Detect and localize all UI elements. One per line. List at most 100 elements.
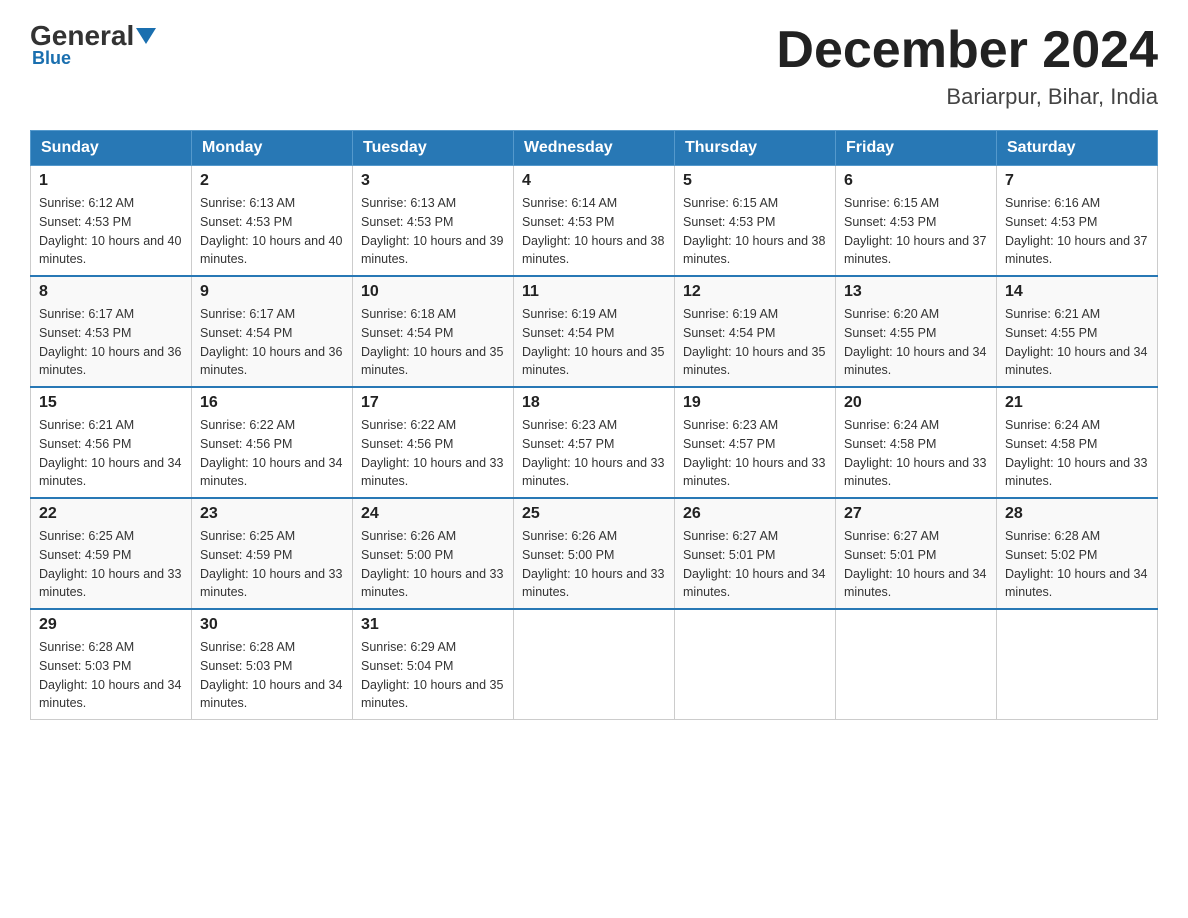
day-info: Sunrise: 6:22 AM Sunset: 4:56 PM Dayligh… — [361, 416, 505, 491]
day-info: Sunrise: 6:17 AM Sunset: 4:53 PM Dayligh… — [39, 305, 183, 380]
day-info: Sunrise: 6:22 AM Sunset: 4:56 PM Dayligh… — [200, 416, 344, 491]
day-number: 10 — [361, 283, 505, 301]
day-number: 26 — [683, 505, 827, 523]
calendar-cell: 2 Sunrise: 6:13 AM Sunset: 4:53 PM Dayli… — [192, 166, 353, 277]
day-number: 16 — [200, 394, 344, 412]
day-info: Sunrise: 6:21 AM Sunset: 4:55 PM Dayligh… — [1005, 305, 1149, 380]
calendar-cell: 13 Sunrise: 6:20 AM Sunset: 4:55 PM Dayl… — [836, 276, 997, 387]
day-number: 23 — [200, 505, 344, 523]
calendar-header-row: SundayMondayTuesdayWednesdayThursdayFrid… — [31, 131, 1158, 166]
calendar-cell: 31 Sunrise: 6:29 AM Sunset: 5:04 PM Dayl… — [353, 609, 514, 720]
day-number: 3 — [361, 172, 505, 190]
calendar-cell: 21 Sunrise: 6:24 AM Sunset: 4:58 PM Dayl… — [997, 387, 1158, 498]
logo-triangle-icon — [136, 28, 156, 44]
day-number: 8 — [39, 283, 183, 301]
logo: General Blue — [30, 20, 158, 69]
calendar-cell: 10 Sunrise: 6:18 AM Sunset: 4:54 PM Dayl… — [353, 276, 514, 387]
calendar-header-tuesday: Tuesday — [353, 131, 514, 166]
day-number: 25 — [522, 505, 666, 523]
calendar-cell: 14 Sunrise: 6:21 AM Sunset: 4:55 PM Dayl… — [997, 276, 1158, 387]
calendar-cell: 7 Sunrise: 6:16 AM Sunset: 4:53 PM Dayli… — [997, 166, 1158, 277]
day-info: Sunrise: 6:27 AM Sunset: 5:01 PM Dayligh… — [683, 527, 827, 602]
calendar-cell: 6 Sunrise: 6:15 AM Sunset: 4:53 PM Dayli… — [836, 166, 997, 277]
day-info: Sunrise: 6:12 AM Sunset: 4:53 PM Dayligh… — [39, 194, 183, 269]
calendar-cell: 12 Sunrise: 6:19 AM Sunset: 4:54 PM Dayl… — [675, 276, 836, 387]
day-number: 9 — [200, 283, 344, 301]
day-info: Sunrise: 6:15 AM Sunset: 4:53 PM Dayligh… — [683, 194, 827, 269]
calendar-cell: 17 Sunrise: 6:22 AM Sunset: 4:56 PM Dayl… — [353, 387, 514, 498]
month-title: December 2024 — [776, 20, 1158, 80]
day-number: 5 — [683, 172, 827, 190]
location-text: Bariarpur, Bihar, India — [776, 84, 1158, 110]
day-number: 2 — [200, 172, 344, 190]
day-info: Sunrise: 6:13 AM Sunset: 4:53 PM Dayligh… — [361, 194, 505, 269]
day-number: 6 — [844, 172, 988, 190]
day-info: Sunrise: 6:24 AM Sunset: 4:58 PM Dayligh… — [844, 416, 988, 491]
day-info: Sunrise: 6:25 AM Sunset: 4:59 PM Dayligh… — [39, 527, 183, 602]
day-number: 7 — [1005, 172, 1149, 190]
calendar-cell: 15 Sunrise: 6:21 AM Sunset: 4:56 PM Dayl… — [31, 387, 192, 498]
calendar-cell: 30 Sunrise: 6:28 AM Sunset: 5:03 PM Dayl… — [192, 609, 353, 720]
day-number: 11 — [522, 283, 666, 301]
day-number: 20 — [844, 394, 988, 412]
calendar-cell: 18 Sunrise: 6:23 AM Sunset: 4:57 PM Dayl… — [514, 387, 675, 498]
calendar-week-row-4: 22 Sunrise: 6:25 AM Sunset: 4:59 PM Dayl… — [31, 498, 1158, 609]
calendar-cell: 9 Sunrise: 6:17 AM Sunset: 4:54 PM Dayli… — [192, 276, 353, 387]
day-info: Sunrise: 6:26 AM Sunset: 5:00 PM Dayligh… — [361, 527, 505, 602]
calendar-cell: 26 Sunrise: 6:27 AM Sunset: 5:01 PM Dayl… — [675, 498, 836, 609]
day-info: Sunrise: 6:25 AM Sunset: 4:59 PM Dayligh… — [200, 527, 344, 602]
calendar-week-row-2: 8 Sunrise: 6:17 AM Sunset: 4:53 PM Dayli… — [31, 276, 1158, 387]
calendar-cell: 25 Sunrise: 6:26 AM Sunset: 5:00 PM Dayl… — [514, 498, 675, 609]
calendar-cell: 29 Sunrise: 6:28 AM Sunset: 5:03 PM Dayl… — [31, 609, 192, 720]
day-info: Sunrise: 6:28 AM Sunset: 5:02 PM Dayligh… — [1005, 527, 1149, 602]
day-number: 22 — [39, 505, 183, 523]
day-info: Sunrise: 6:23 AM Sunset: 4:57 PM Dayligh… — [683, 416, 827, 491]
day-info: Sunrise: 6:13 AM Sunset: 4:53 PM Dayligh… — [200, 194, 344, 269]
calendar-cell — [836, 609, 997, 720]
day-info: Sunrise: 6:24 AM Sunset: 4:58 PM Dayligh… — [1005, 416, 1149, 491]
day-number: 18 — [522, 394, 666, 412]
day-number: 28 — [1005, 505, 1149, 523]
day-number: 31 — [361, 616, 505, 634]
day-number: 17 — [361, 394, 505, 412]
day-info: Sunrise: 6:16 AM Sunset: 4:53 PM Dayligh… — [1005, 194, 1149, 269]
calendar-header-wednesday: Wednesday — [514, 131, 675, 166]
calendar-cell: 5 Sunrise: 6:15 AM Sunset: 4:53 PM Dayli… — [675, 166, 836, 277]
day-number: 27 — [844, 505, 988, 523]
calendar-header-sunday: Sunday — [31, 131, 192, 166]
day-info: Sunrise: 6:17 AM Sunset: 4:54 PM Dayligh… — [200, 305, 344, 380]
day-info: Sunrise: 6:28 AM Sunset: 5:03 PM Dayligh… — [39, 638, 183, 713]
day-info: Sunrise: 6:21 AM Sunset: 4:56 PM Dayligh… — [39, 416, 183, 491]
day-info: Sunrise: 6:19 AM Sunset: 4:54 PM Dayligh… — [683, 305, 827, 380]
calendar-cell: 11 Sunrise: 6:19 AM Sunset: 4:54 PM Dayl… — [514, 276, 675, 387]
day-number: 24 — [361, 505, 505, 523]
calendar-cell: 20 Sunrise: 6:24 AM Sunset: 4:58 PM Dayl… — [836, 387, 997, 498]
page-header: General Blue December 2024 Bariarpur, Bi… — [30, 20, 1158, 110]
calendar-week-row-3: 15 Sunrise: 6:21 AM Sunset: 4:56 PM Dayl… — [31, 387, 1158, 498]
day-info: Sunrise: 6:28 AM Sunset: 5:03 PM Dayligh… — [200, 638, 344, 713]
calendar-cell: 3 Sunrise: 6:13 AM Sunset: 4:53 PM Dayli… — [353, 166, 514, 277]
calendar-cell: 16 Sunrise: 6:22 AM Sunset: 4:56 PM Dayl… — [192, 387, 353, 498]
calendar-cell — [997, 609, 1158, 720]
day-number: 13 — [844, 283, 988, 301]
calendar-week-row-1: 1 Sunrise: 6:12 AM Sunset: 4:53 PM Dayli… — [31, 166, 1158, 277]
logo-blue-text: Blue — [32, 48, 71, 69]
day-number: 1 — [39, 172, 183, 190]
calendar-cell: 8 Sunrise: 6:17 AM Sunset: 4:53 PM Dayli… — [31, 276, 192, 387]
calendar-cell: 1 Sunrise: 6:12 AM Sunset: 4:53 PM Dayli… — [31, 166, 192, 277]
title-area: December 2024 Bariarpur, Bihar, India — [776, 20, 1158, 110]
day-info: Sunrise: 6:19 AM Sunset: 4:54 PM Dayligh… — [522, 305, 666, 380]
day-number: 15 — [39, 394, 183, 412]
calendar-week-row-5: 29 Sunrise: 6:28 AM Sunset: 5:03 PM Dayl… — [31, 609, 1158, 720]
calendar-cell: 24 Sunrise: 6:26 AM Sunset: 5:00 PM Dayl… — [353, 498, 514, 609]
calendar-header-friday: Friday — [836, 131, 997, 166]
calendar-cell: 23 Sunrise: 6:25 AM Sunset: 4:59 PM Dayl… — [192, 498, 353, 609]
calendar-header-saturday: Saturday — [997, 131, 1158, 166]
day-info: Sunrise: 6:14 AM Sunset: 4:53 PM Dayligh… — [522, 194, 666, 269]
calendar-cell — [675, 609, 836, 720]
day-number: 12 — [683, 283, 827, 301]
day-number: 29 — [39, 616, 183, 634]
calendar-table: SundayMondayTuesdayWednesdayThursdayFrid… — [30, 130, 1158, 720]
day-number: 21 — [1005, 394, 1149, 412]
calendar-cell: 28 Sunrise: 6:28 AM Sunset: 5:02 PM Dayl… — [997, 498, 1158, 609]
